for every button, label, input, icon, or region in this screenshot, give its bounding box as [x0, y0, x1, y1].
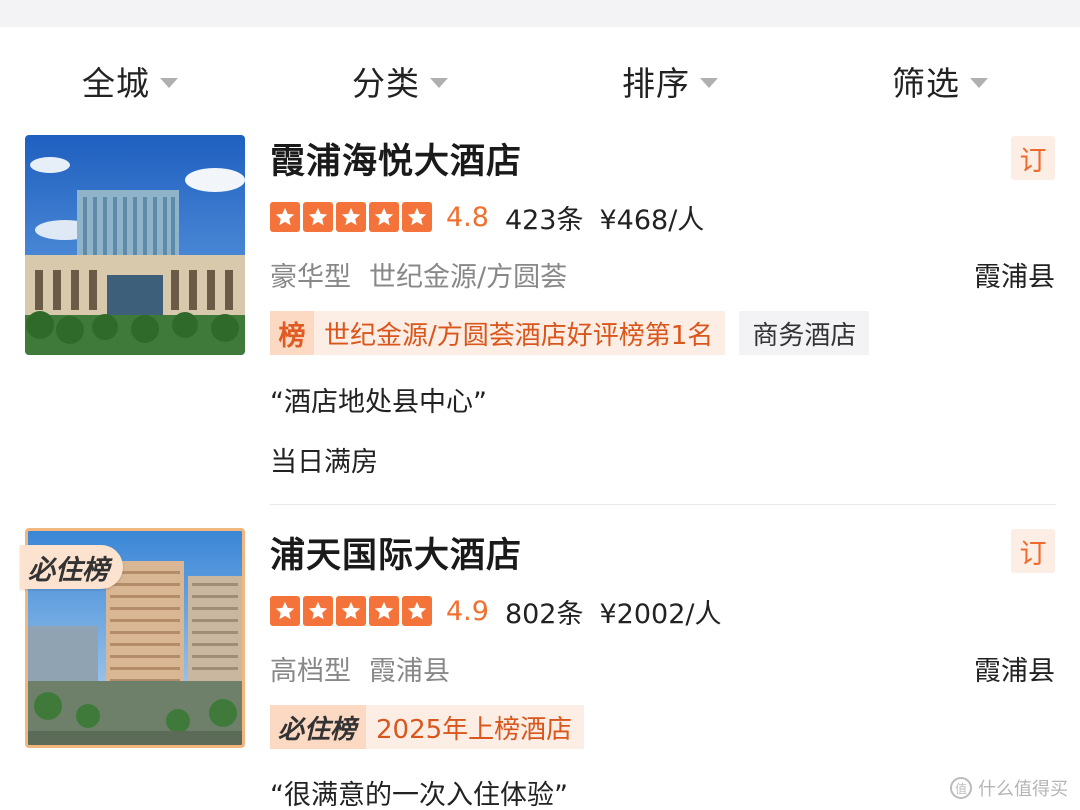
rating-row: 4.8 423条 ¥468/人 — [270, 200, 705, 236]
filter-city-label: 全城 — [82, 64, 150, 103]
filter-sort[interactable]: 排序 — [622, 58, 718, 104]
availability-status: 当日满房 — [270, 447, 378, 478]
hotel-meta: 豪华型 世纪金源/方圆荟 — [270, 255, 567, 294]
hotel-district: 霞浦县 — [974, 656, 1055, 687]
rank-icon: 榜 — [270, 311, 314, 355]
review-count: 802条 — [504, 598, 584, 630]
star-icon — [402, 596, 432, 626]
filter-category[interactable]: 分类 — [352, 58, 448, 104]
hotel-photo[interactable] — [25, 135, 245, 355]
hotel-type: 豪华型 — [270, 262, 351, 293]
book-badge[interactable]: 订 — [1011, 529, 1055, 573]
star-rating — [270, 596, 432, 626]
review-count: 423条 — [504, 204, 584, 236]
ranking-badge[interactable]: 榜 世纪金源/方圆荟酒店好评榜第1名 — [270, 311, 726, 355]
hotel-name[interactable]: 霞浦海悦大酒店 — [270, 133, 522, 184]
star-icon — [369, 202, 399, 232]
badge-row: 榜 世纪金源/方圆荟酒店好评榜第1名 商务酒店 — [270, 311, 870, 355]
hotel-type: 高档型 — [270, 656, 351, 687]
rank-text: 世纪金源/方圆荟酒店好评榜第1名 — [324, 320, 714, 351]
star-icon — [303, 202, 333, 232]
watermark: 值 什么值得买 — [950, 775, 1068, 801]
star-icon — [402, 202, 432, 232]
filter-city[interactable]: 全城 — [82, 58, 178, 104]
review-quote: “酒店地处县中心” — [270, 387, 487, 418]
filter-sort-label: 排序 — [622, 64, 690, 103]
dropdown-arrow-icon — [970, 78, 988, 88]
status-bar-area — [0, 0, 1080, 27]
star-icon — [336, 202, 366, 232]
price: ¥2002/人 — [599, 598, 722, 630]
price: ¥468/人 — [599, 204, 705, 236]
star-icon — [369, 596, 399, 626]
filter-screen-label: 筛选 — [892, 64, 960, 103]
must-stay-icon: 必住榜 — [270, 705, 367, 749]
book-badge[interactable]: 订 — [1011, 136, 1055, 180]
badge-row: 必住榜 2025年上榜酒店 — [270, 705, 585, 749]
filter-bar: 全城 分类 排序 筛选 — [0, 48, 1080, 116]
star-icon — [270, 596, 300, 626]
star-icon — [336, 596, 366, 626]
star-rating — [270, 202, 432, 232]
star-icon — [270, 202, 300, 232]
must-stay-badge: 必住榜 — [20, 545, 123, 589]
hotel-name[interactable]: 浦天国际大酒店 — [270, 527, 522, 578]
dropdown-arrow-icon — [700, 78, 718, 88]
must-stay-badge-text: 必住榜 — [28, 554, 109, 586]
hotel-meta: 高档型 霞浦县 — [270, 649, 450, 688]
review-quote: “很满意的一次入住体验” — [270, 780, 568, 810]
rating-row: 4.9 802条 ¥2002/人 — [270, 594, 722, 630]
filter-screen[interactable]: 筛选 — [892, 58, 988, 104]
rank-text: 2025年上榜酒店 — [376, 714, 573, 745]
watermark-logo-icon: 值 — [950, 777, 972, 799]
hotel-area: 世纪金源/方圆荟 — [369, 262, 568, 293]
rating-score: 4.9 — [446, 595, 489, 627]
filter-category-label: 分类 — [352, 64, 420, 103]
dropdown-arrow-icon — [160, 78, 178, 88]
ranking-badge[interactable]: 必住榜 2025年上榜酒店 — [270, 705, 585, 749]
hotel-district: 霞浦县 — [974, 262, 1055, 293]
category-tag: 商务酒店 — [739, 311, 870, 355]
divider — [270, 504, 1056, 505]
hotel-area: 霞浦县 — [369, 656, 450, 687]
star-icon — [303, 596, 333, 626]
dropdown-arrow-icon — [430, 78, 448, 88]
rating-score: 4.8 — [446, 201, 489, 233]
watermark-text: 什么值得买 — [978, 779, 1068, 800]
